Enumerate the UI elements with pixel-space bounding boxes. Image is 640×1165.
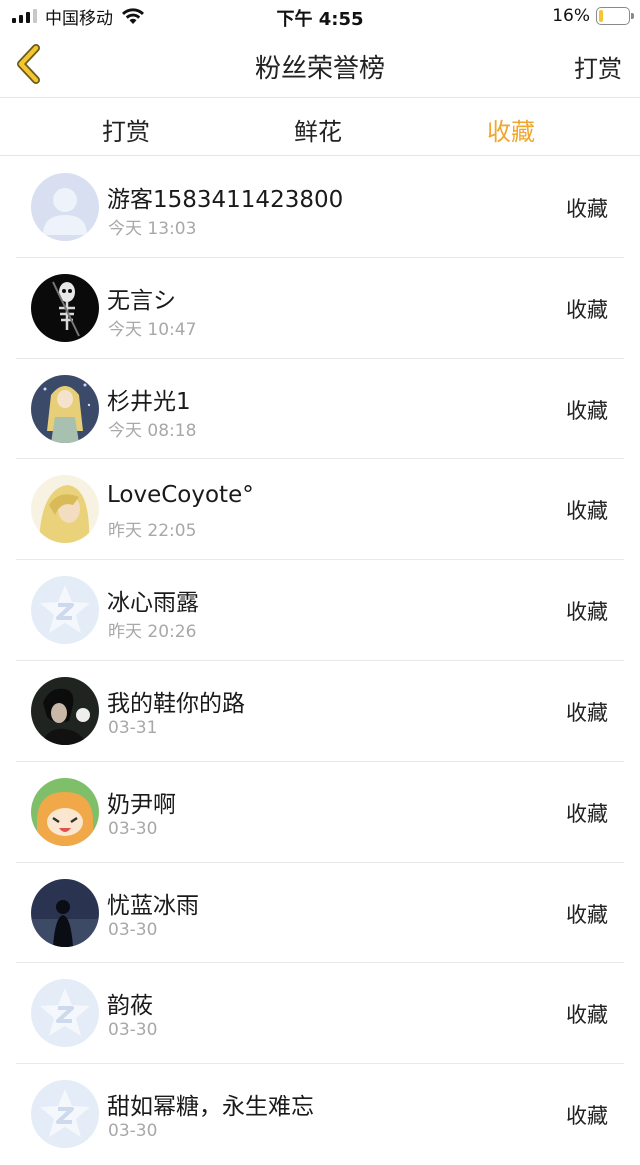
page-title: 粉丝荣誉榜 xyxy=(254,54,385,84)
battery-icon xyxy=(596,7,634,25)
list-item[interactable]: 我的鞋你的路 03-31 收藏 xyxy=(16,661,624,762)
fan-time: 今天 08:18 xyxy=(108,420,197,441)
fan-action: 收藏 xyxy=(566,297,608,322)
avatar[interactable] xyxy=(31,576,99,645)
fan-name: 我的鞋你的路 xyxy=(107,690,245,717)
list-item[interactable]: 杉井光1 今天 08:18 收藏 xyxy=(16,359,624,460)
fan-action: 收藏 xyxy=(566,499,608,524)
fan-time: 03-31 xyxy=(108,717,158,738)
fan-name: LoveCoyote° xyxy=(107,482,254,509)
list-item[interactable]: 冰心雨露 昨天 20:26 收藏 xyxy=(16,560,624,661)
fan-time: 今天 13:03 xyxy=(108,219,197,239)
status-time: 下午 4:55 xyxy=(276,9,364,30)
default-user-icon xyxy=(31,173,99,241)
avatar[interactable] xyxy=(31,273,99,342)
fan-name: 韵莜 xyxy=(107,993,153,1020)
default-star-icon xyxy=(31,979,99,1048)
fan-action: 收藏 xyxy=(566,700,608,725)
fan-name: 冰心雨露 xyxy=(107,590,199,617)
fan-time: 昨天 20:26 xyxy=(108,622,197,643)
tab-reward[interactable]: 打赏 xyxy=(66,112,186,147)
anime-blonde-icon xyxy=(31,475,99,544)
fan-name: 无言シ xyxy=(107,287,176,314)
avatar[interactable] xyxy=(31,878,99,947)
list-item[interactable]: 忧蓝冰雨 03-30 收藏 xyxy=(16,863,624,964)
battery-percent: 16% xyxy=(552,6,590,26)
status-bar: 中国移动 下午 4:55 16% xyxy=(0,0,640,32)
fan-time: 昨天 22:05 xyxy=(108,521,197,542)
anime-girl-icon xyxy=(31,374,99,443)
avatar[interactable] xyxy=(31,374,99,443)
fan-action: 收藏 xyxy=(566,1003,608,1028)
fan-action: 收藏 xyxy=(566,398,608,423)
fan-action: 收藏 xyxy=(566,197,608,221)
avatar[interactable] xyxy=(31,475,99,544)
fan-time: 03-30 xyxy=(108,919,158,940)
skeleton-icon xyxy=(31,273,99,342)
nav-bar: 粉丝荣誉榜 打赏 xyxy=(0,32,640,98)
fan-action: 收藏 xyxy=(566,801,608,826)
fan-time: 03-30 xyxy=(108,818,158,839)
status-right: 16% xyxy=(552,6,634,26)
default-star-icon xyxy=(31,576,99,645)
avatar[interactable] xyxy=(31,979,99,1048)
list-item[interactable]: LoveCoyote° 昨天 22:05 收藏 xyxy=(16,459,624,561)
silhouette-icon xyxy=(31,878,99,947)
tab-bar: 打赏 鲜花 收藏 xyxy=(0,99,640,156)
fan-action: 收藏 xyxy=(566,600,608,625)
reward-button[interactable]: 打赏 xyxy=(574,49,622,84)
fan-name: 甜如幂糖，永生难忘 xyxy=(107,1094,314,1121)
fan-list: 游客1583411423800 今天 13:03 收藏 无言シ 今天 10:47… xyxy=(0,157,640,1165)
fan-name: 游客1583411423800 xyxy=(107,187,344,213)
avatar[interactable] xyxy=(31,676,99,745)
fan-time: 03-30 xyxy=(108,1020,158,1041)
list-item[interactable]: 奶尹啊 03-30 收藏 xyxy=(16,762,624,863)
list-item[interactable]: 韵莜 03-30 收藏 xyxy=(16,963,624,1065)
tab-flowers[interactable]: 鲜花 xyxy=(258,112,378,147)
fan-time: 今天 10:47 xyxy=(108,319,197,340)
anime-orange-icon xyxy=(31,777,99,846)
dark-portrait-icon xyxy=(31,676,99,745)
avatar[interactable] xyxy=(31,173,99,241)
fan-name: 杉井光1 xyxy=(107,388,191,415)
fan-name: 奶尹啊 xyxy=(107,791,176,818)
avatar[interactable] xyxy=(31,777,99,846)
list-item[interactable]: 游客1583411423800 今天 13:03 收藏 xyxy=(16,157,624,258)
fan-action: 收藏 xyxy=(566,902,608,927)
tab-favorites[interactable]: 收藏 xyxy=(451,112,571,147)
fan-action: 收藏 xyxy=(566,1104,608,1129)
fan-time: 03-30 xyxy=(108,1121,158,1142)
fan-name: 忧蓝冰雨 xyxy=(107,892,199,919)
battery-fill xyxy=(599,10,604,22)
list-item[interactable]: 无言シ 今天 10:47 收藏 xyxy=(16,258,624,359)
list-item[interactable]: 甜如幂糖，永生难忘 03-30 收藏 xyxy=(16,1064,624,1165)
